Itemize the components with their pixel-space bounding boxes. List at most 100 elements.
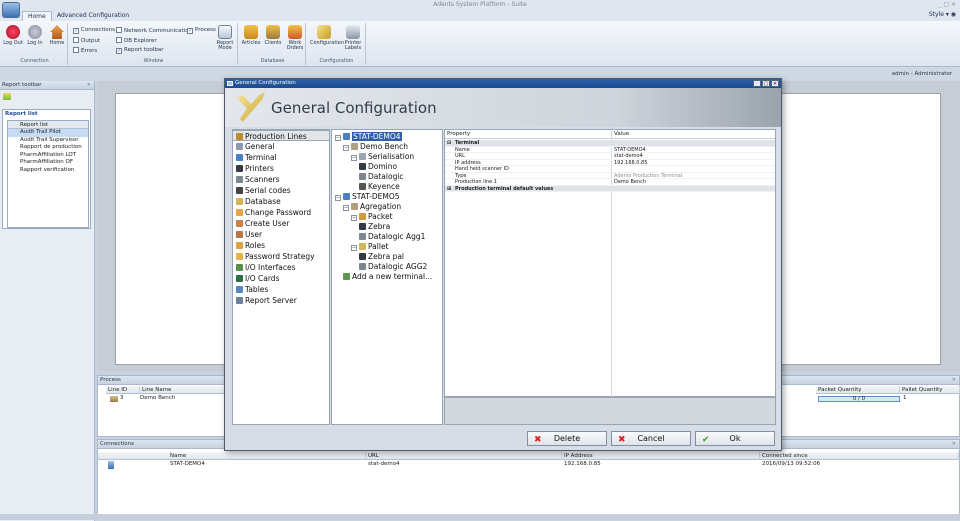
window-controls[interactable]: _ ▢ ✕ xyxy=(938,0,956,9)
tree-node[interactable]: Domino xyxy=(359,162,397,171)
errors-checkbox[interactable]: Errors xyxy=(73,47,97,55)
expander-icon[interactable]: − xyxy=(343,145,349,151)
tree-node-label: STAT-DEMO5 xyxy=(352,192,400,201)
tree-node[interactable]: − Demo Bench xyxy=(343,142,408,151)
app-icon[interactable] xyxy=(2,2,20,18)
tab-home[interactable]: Home xyxy=(22,11,52,21)
column-header[interactable]: Line Name xyxy=(140,386,236,394)
nav-item-label: Password Strategy xyxy=(245,252,315,261)
home-button[interactable]: Home xyxy=(46,25,68,46)
tree-node[interactable]: − STAT-DEMO5 xyxy=(335,192,400,201)
tree-node[interactable]: − Pallet xyxy=(351,242,389,251)
nav-item[interactable]: Tables xyxy=(233,284,329,295)
expander-icon[interactable]: − xyxy=(351,155,357,161)
list-item[interactable]: PharmAffiliation OF xyxy=(8,159,88,167)
value-column-header[interactable]: Value xyxy=(614,130,629,139)
nav-item[interactable]: Scanners xyxy=(233,174,329,185)
articles-button[interactable]: Articles xyxy=(240,25,262,46)
close-icon[interactable]: ✕ xyxy=(771,80,779,87)
close-icon[interactable]: ✕ xyxy=(952,440,956,449)
printer-labels-button[interactable]: Printer Labels xyxy=(342,25,364,51)
report-list-header[interactable]: Report list xyxy=(8,121,88,129)
connections-checkbox[interactable]: ✓ Connections xyxy=(73,27,115,34)
list-item[interactable]: Rapport verification xyxy=(8,167,88,175)
tree-node[interactable]: Zebra pal xyxy=(359,252,404,261)
property-column-header[interactable]: Property xyxy=(447,130,470,139)
tree-node[interactable]: Keyence xyxy=(359,182,400,191)
check-icon: ✓ xyxy=(73,28,79,34)
expander-icon[interactable]: ⊞ xyxy=(447,186,451,193)
cancel-button[interactable]: ✖ Cancel xyxy=(611,431,691,446)
column-header[interactable]: IP Address xyxy=(562,452,760,460)
column-header[interactable]: URL xyxy=(366,452,562,460)
tree-node[interactable]: − Packet xyxy=(351,212,393,221)
db-explorer-checkbox[interactable]: DB Explorer xyxy=(116,37,157,45)
style-menu[interactable]: Style ▾ ◉ xyxy=(929,11,956,18)
process-checkbox[interactable]: ✓ Process xyxy=(187,27,216,34)
work-orders-button[interactable]: Work Orders xyxy=(284,25,306,51)
close-icon[interactable]: ✕ xyxy=(952,376,956,385)
connections-grid-header: Name URL IP Address Connected since xyxy=(98,452,959,460)
tree-node[interactable]: − STAT-DEMO4 xyxy=(335,132,402,141)
list-item[interactable]: Audit Trail Pilot xyxy=(8,129,88,137)
column-header[interactable]: Pallet Quantity xyxy=(900,386,960,394)
nav-item[interactable]: Database xyxy=(233,196,329,207)
minimize-icon[interactable]: _ xyxy=(753,80,761,87)
nav-item[interactable]: Change Password xyxy=(233,207,329,218)
clients-button[interactable]: Clients xyxy=(262,25,284,46)
expander-icon[interactable]: − xyxy=(351,245,357,251)
nav-item[interactable]: Report Server xyxy=(233,295,329,306)
nav-item-icon xyxy=(236,286,243,293)
tree-node-label: Pallet xyxy=(368,242,389,251)
nav-item[interactable]: Roles xyxy=(233,240,329,251)
ok-button[interactable]: ✔ Ok xyxy=(695,431,775,446)
property-category[interactable]: ⊞ Production terminal default values xyxy=(445,185,775,193)
log-out-button[interactable]: Log Out xyxy=(2,25,24,46)
output-checkbox[interactable]: Output xyxy=(73,37,100,45)
column-header[interactable]: Connected since xyxy=(760,452,959,460)
expander-icon[interactable]: − xyxy=(335,195,341,201)
nav-item[interactable]: Serial codes xyxy=(233,185,329,196)
nav-item[interactable]: I/O Cards xyxy=(233,273,329,284)
tree-node[interactable]: − Serialisation xyxy=(351,152,414,161)
list-item[interactable]: PharmAffiliation LOT xyxy=(8,152,88,160)
expander-icon[interactable]: − xyxy=(343,205,349,211)
tree-node[interactable]: Datalogic xyxy=(359,172,404,181)
list-item[interactable]: Rapport de production xyxy=(8,144,88,152)
maximize-icon[interactable]: ▢ xyxy=(762,80,770,87)
tree-node[interactable]: Zebra xyxy=(359,222,390,231)
nav-item[interactable]: Printers xyxy=(233,163,329,174)
column-header[interactable]: Packet Quantity xyxy=(816,386,900,394)
close-icon[interactable]: ✕ xyxy=(87,81,91,90)
expander-icon[interactable]: − xyxy=(351,215,357,221)
report-mode-button[interactable]: Report Mode xyxy=(214,25,236,51)
delete-button[interactable]: ✖ Delete xyxy=(527,431,607,446)
column-header[interactable]: Name xyxy=(168,452,366,460)
nav-item[interactable]: Terminal xyxy=(233,152,329,163)
tree-node-label: Add a new terminal... xyxy=(352,272,433,281)
tree-node[interactable]: − Agregation xyxy=(343,202,401,211)
nav-item[interactable]: Password Strategy xyxy=(233,251,329,262)
nav-item[interactable]: Create User xyxy=(233,218,329,229)
expander-icon[interactable]: − xyxy=(335,135,341,141)
list-item[interactable]: Audit Trail Supervisor xyxy=(8,137,88,145)
nav-item-icon xyxy=(236,231,243,238)
nav-item[interactable]: I/O Interfaces xyxy=(233,262,329,273)
connection-url-cell: stat-demo4 xyxy=(368,461,400,467)
column-header[interactable]: Line ID xyxy=(106,386,140,394)
tab-advanced-configuration[interactable]: Advanced Configuration xyxy=(52,11,134,21)
refresh-icon[interactable] xyxy=(3,93,11,100)
nav-item[interactable]: General xyxy=(233,141,329,152)
nav-item[interactable]: User xyxy=(233,229,329,240)
group-configuration: Configuration Printer Labels Configurati… xyxy=(308,23,366,65)
nav-item-label: Database xyxy=(245,197,281,206)
report-toolbar-checkbox[interactable]: ✓ Report toolbar xyxy=(116,47,164,54)
tree-node[interactable]: Add a new terminal... xyxy=(343,272,432,281)
log-in-button[interactable]: Log In xyxy=(24,25,46,46)
tree-node[interactable]: Datalogic Agg1 xyxy=(359,232,425,241)
network-communication-checkbox[interactable]: Network Communication xyxy=(116,27,192,35)
nav-item[interactable]: Production Lines xyxy=(233,130,329,141)
tree-node[interactable]: Datalogic AGG2 xyxy=(359,262,427,271)
nav-item-icon xyxy=(236,264,243,271)
configuration-button[interactable]: Configuration xyxy=(310,25,344,46)
